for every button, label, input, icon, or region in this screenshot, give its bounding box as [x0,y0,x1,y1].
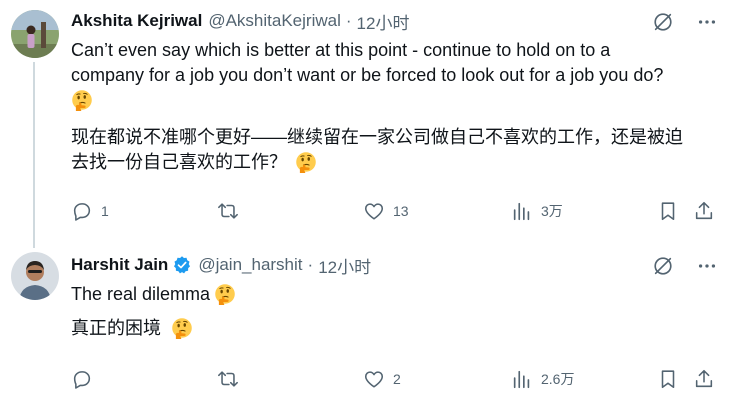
reply-icon [71,368,93,390]
like-count: 13 [393,203,409,219]
tweet-header: Akshita Kejriwal @AkshitaKejriwal · 12小时 [71,9,410,34]
author-handle[interactable]: @AkshitaKejriwal [208,11,341,31]
author-handle[interactable]: @jain_harshit [198,255,302,275]
tweet-text-chinese: 真正的困境 [71,316,721,341]
bookmark-icon [657,368,679,390]
grok-icon[interactable] [651,254,675,278]
reply-count: 1 [101,203,109,219]
avatar[interactable] [11,10,59,58]
views-count: 2.6万 [541,371,575,387]
share-button[interactable] [693,368,715,390]
reply-button[interactable] [71,368,101,390]
like-icon [363,368,385,390]
author-name[interactable]: Harshit Jain [71,255,168,275]
bookmark-icon [657,200,679,222]
action-bar: 2 2.6万 [71,367,721,391]
separator-dot: · [345,11,352,30]
views-icon [511,200,533,222]
tweet-text-english: The real dilemma [71,282,721,307]
tweet-text-chinese: 现在都说不准哪个更好——继续留在一家公司做自己不喜欢的工作，还是被迫 去找一份自… [71,125,721,175]
grok-icon[interactable] [651,10,675,34]
reply-icon [71,200,93,222]
reply-button[interactable]: 1 [71,200,109,222]
text-line: 真正的困境 [71,318,161,338]
text-line: company for a job you don’t want or be f… [71,65,664,85]
views-button[interactable]: 2.6万 [511,368,574,390]
like-icon [363,200,385,222]
action-bar: 1 13 3万 [71,199,721,223]
like-button[interactable]: 2 [363,368,401,390]
tweet[interactable]: Harshit Jain @jain_harshit · 12小时 The re… [0,242,735,404]
text-line: Can’t even say which is better at this p… [71,40,611,60]
like-button[interactable]: 13 [363,200,409,222]
more-icon[interactable] [695,10,719,34]
text-line: The real dilemma [71,284,211,304]
separator-dot: · [307,255,314,274]
share-icon [693,368,715,390]
thread-line [33,62,35,248]
thinking-face-emoji [295,151,317,173]
share-icon [693,200,715,222]
retweet-button[interactable] [217,200,247,222]
more-icon[interactable] [695,254,719,278]
avatar[interactable] [11,252,59,300]
retweet-button[interactable] [217,368,247,390]
views-icon [511,368,533,390]
share-button[interactable] [693,200,715,222]
verified-badge-icon [172,255,192,275]
tweet[interactable]: Akshita Kejriwal @AkshitaKejriwal · 12小时… [0,0,735,248]
thinking-face-emoji [71,89,93,111]
header-icons [651,254,719,278]
retweet-icon [217,368,239,390]
like-count: 2 [393,371,401,387]
text-line: 现在都说不准哪个更好——继续留在一家公司做自己不喜欢的工作，还是被迫 [71,127,683,147]
tweet-text-english: Can’t even say which is better at this p… [71,38,721,113]
views-button[interactable]: 3万 [511,200,563,222]
author-name[interactable]: Akshita Kejriwal [71,11,202,31]
tweet-header: Harshit Jain @jain_harshit · 12小时 [71,253,371,278]
thinking-face-emoji [214,283,236,305]
bookmark-button[interactable] [657,200,679,222]
header-icons [651,10,719,34]
timestamp[interactable]: 12小时 [318,253,371,278]
thinking-face-emoji [171,317,193,339]
bookmark-button[interactable] [657,368,679,390]
views-count: 3万 [541,203,563,219]
text-line: 去找一份自己喜欢的工作？ [71,152,287,172]
retweet-icon [217,200,239,222]
timestamp[interactable]: 12小时 [357,9,410,34]
